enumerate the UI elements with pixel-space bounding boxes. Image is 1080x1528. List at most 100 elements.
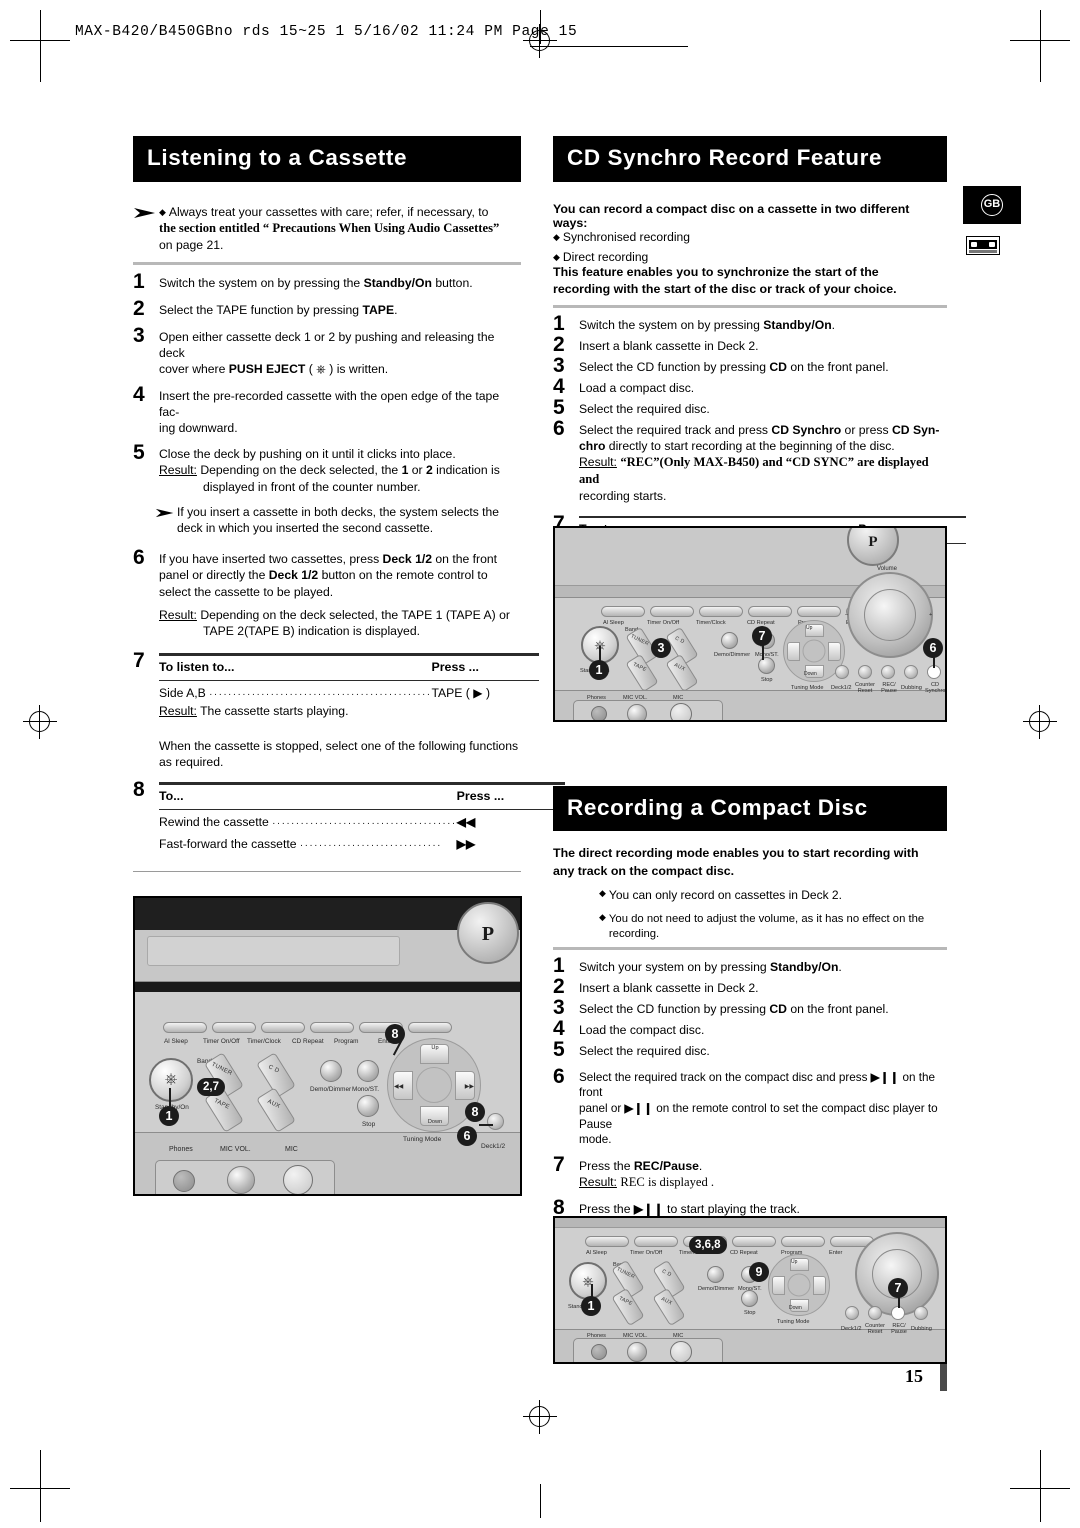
- step-row: 2 Insert a blank cassette in Deck 2.: [553, 976, 947, 997]
- button-timer-onoff[interactable]: [650, 606, 694, 617]
- mic-jack[interactable]: [670, 1341, 692, 1362]
- button-al-sleep[interactable]: [163, 1022, 207, 1033]
- dpad-right-segment[interactable]: [828, 642, 841, 661]
- button-timer-onoff[interactable]: [212, 1022, 256, 1033]
- synchro-step6-result-cont: recording starts.: [579, 488, 667, 503]
- step-number: 5: [133, 441, 145, 465]
- dubbing-button[interactable]: [914, 1306, 928, 1320]
- button-cd-repeat[interactable]: [748, 606, 792, 617]
- psound-knob[interactable]: P: [457, 902, 519, 964]
- table-col-header-1: To listen to...: [159, 659, 235, 674]
- crop-mark-bottom-left: [10, 1488, 70, 1489]
- function-button-bar: [585, 1236, 874, 1247]
- mono-st-button[interactable]: [357, 1060, 379, 1082]
- deck-1-2-button[interactable]: [487, 1113, 504, 1130]
- crop-mark-right-top: [1040, 10, 1041, 82]
- label-deck-1-2: Deck1/2: [831, 685, 852, 691]
- button-timer-clock[interactable]: [699, 606, 743, 617]
- label-mono-st: Mono/ST.: [352, 1086, 379, 1093]
- page-number-bar: [940, 1363, 947, 1391]
- step-row: 1 Switch the system on by pressing Stand…: [553, 313, 947, 334]
- mic-volume-knob[interactable]: [627, 1342, 647, 1362]
- intro-note-line1: Always treat your cassettes with care; r…: [168, 204, 489, 219]
- deck-1-2-button[interactable]: [845, 1306, 859, 1320]
- dubbing-button[interactable]: [904, 665, 918, 679]
- rec-pause-button[interactable]: [891, 1306, 905, 1320]
- button-cd-repeat[interactable]: [732, 1236, 776, 1247]
- button-al-sleep[interactable]: [601, 606, 645, 617]
- step-number: 3: [553, 996, 565, 1020]
- button-program[interactable]: [797, 606, 841, 617]
- step-text: Insert a blank cassette in Deck 2.: [579, 981, 759, 996]
- phones-jack[interactable]: [173, 1170, 195, 1192]
- photo-callout-3: 3: [651, 638, 671, 658]
- demo-dimmer-button[interactable]: [320, 1060, 342, 1082]
- step-text: Close the deck by pushing on it until it…: [159, 443, 521, 495]
- dpad-left-segment[interactable]: [772, 1276, 785, 1295]
- arrow-note-icon: [155, 504, 177, 536]
- stop-button[interactable]: [741, 1290, 758, 1307]
- photo-callout-3-6-8: 3,6,8: [689, 1236, 727, 1254]
- counter-reset-button[interactable]: [858, 665, 872, 679]
- recording-bullet-1: ◆ You can only record on cassettes in De…: [599, 888, 842, 903]
- step-text: Insert the pre-recorded cassette with th…: [159, 388, 500, 436]
- label-mic: MIC: [673, 695, 684, 701]
- step-number: 7: [553, 1152, 565, 1176]
- label-tuning-mode: Tuning Mode: [791, 685, 824, 691]
- demo-dimmer-button[interactable]: [707, 1266, 724, 1283]
- button-timer-clock[interactable]: [261, 1022, 305, 1033]
- step-row: 6 If you have inserted two cassettes, pr…: [133, 547, 521, 639]
- label-mic-max: Max: [249, 1194, 258, 1196]
- page-number: 15: [905, 1366, 923, 1386]
- result-label: Result:: [579, 1174, 617, 1189]
- step-text: Switch your system on by pressing Standb…: [579, 960, 842, 975]
- button-cd-repeat[interactable]: [310, 1022, 354, 1033]
- dpad-label-down: Down: [427, 1119, 443, 1125]
- volume-knob[interactable]: [847, 572, 933, 658]
- standby-on-button[interactable]: ⎈: [149, 1058, 193, 1102]
- dpad-hub: [787, 1273, 811, 1297]
- region-badge-label: GB: [981, 194, 1003, 216]
- front-panel-photo-recording: Al Sleep Timer On/Off Timer/Clock CD Rep…: [553, 1216, 947, 1364]
- function-button-bar: [163, 1022, 452, 1033]
- table-cell-label: Rewind the cassette: [159, 815, 269, 830]
- standby-on-button[interactable]: ⎈: [569, 1262, 607, 1300]
- volume-knob[interactable]: [855, 1232, 939, 1316]
- stop-button[interactable]: [357, 1095, 379, 1117]
- stop-button[interactable]: [758, 657, 775, 674]
- button-enter[interactable]: [408, 1022, 452, 1033]
- synchro-bullet-1: ◆ Synchronised recording: [553, 229, 690, 244]
- label-dubbing: Dubbing: [911, 1326, 932, 1332]
- divider-synchro: [553, 305, 947, 309]
- phones-jack[interactable]: [591, 706, 607, 720]
- button-al-sleep[interactable]: [585, 1236, 629, 1247]
- label-al-sleep: Al Sleep: [164, 1038, 188, 1045]
- rec-pause-button[interactable]: [881, 665, 895, 679]
- dpad-right-segment[interactable]: [813, 1276, 826, 1295]
- mic-volume-knob[interactable]: [227, 1166, 255, 1194]
- navigation-dpad[interactable]: Up Down: [768, 1254, 830, 1316]
- mic-jack[interactable]: [283, 1165, 313, 1194]
- counter-reset-button[interactable]: [868, 1306, 882, 1320]
- table-row: Side A,B ·······························…: [159, 681, 539, 702]
- mic-jack[interactable]: [670, 703, 692, 720]
- label-timer-onoff: Timer On/Off: [203, 1038, 240, 1045]
- demo-dimmer-button[interactable]: [721, 632, 738, 649]
- interlude-text: When the cassette is stopped, select one…: [159, 738, 519, 770]
- step-number: 7: [133, 649, 145, 673]
- step-number: 5: [553, 395, 565, 419]
- phones-jack[interactable]: [591, 1344, 607, 1360]
- dpad-left-segment[interactable]: [787, 642, 800, 661]
- table-col-header-1: To...: [159, 788, 184, 803]
- button-program[interactable]: [781, 1236, 825, 1247]
- label-al-sleep: Al Sleep: [586, 1250, 607, 1256]
- step-number: 8: [133, 778, 145, 802]
- photo-callout-6: 6: [457, 1126, 477, 1146]
- label-tuning-mode: Tuning Mode: [777, 1319, 810, 1325]
- crop-mark-bottom-right: [1010, 1488, 1070, 1489]
- mic-volume-knob[interactable]: [627, 704, 647, 720]
- button-timer-onoff[interactable]: [634, 1236, 678, 1247]
- step-text: Open either cassette deck 1 or 2 by push…: [159, 329, 495, 377]
- deck-1-2-button[interactable]: [835, 665, 849, 679]
- step-row: 4 Insert the pre-recorded cassette with …: [133, 384, 521, 437]
